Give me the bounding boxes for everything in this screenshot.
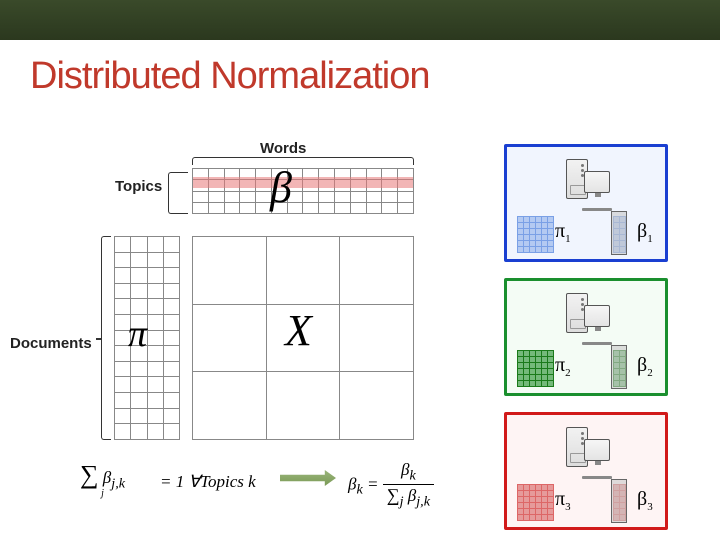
bracket-words: [192, 157, 414, 165]
label-words: Words: [260, 140, 306, 157]
label-documents: Documents: [10, 335, 92, 352]
matrix-beta: [192, 168, 414, 214]
title-bar: [0, 0, 720, 40]
worker-node-3: π3 β3: [504, 412, 668, 530]
label-topics: Topics: [115, 178, 162, 195]
beta-row-highlight: [193, 177, 413, 188]
server-icon: [562, 289, 610, 337]
beta-column-overlay: [611, 345, 627, 389]
symbol-beta: β: [270, 162, 292, 213]
mini-pi-grid: [517, 216, 554, 253]
node-pi-label: π3: [555, 488, 571, 513]
symbol-pi: π: [128, 312, 147, 356]
server-icon: [562, 423, 610, 471]
eq-1-topics: = 1 ∀Topics k: [160, 472, 256, 492]
sum-symbol: ∑: [80, 460, 99, 489]
server-icon: [562, 155, 610, 203]
worker-node-1: π1 β1: [504, 144, 668, 262]
bracket-documents: [101, 236, 111, 440]
arrow-icon: [280, 470, 336, 486]
node-pi-label: π1: [555, 220, 571, 245]
beta-column-overlay: [611, 211, 627, 255]
node-beta-label: β3: [637, 488, 653, 513]
beta-column-overlay: [611, 479, 627, 523]
slide-title: Distributed Normalization: [30, 55, 430, 98]
normalization-fraction: βk = βk ∑j βj,k: [348, 460, 434, 511]
node-beta-label: β2: [637, 354, 653, 379]
symbol-X: X: [285, 305, 312, 356]
formula: ∑ βj,k j = 1 ∀Topics k βk = βk ∑j βj,k: [80, 460, 540, 520]
worker-node-2: π2 β2: [504, 278, 668, 396]
bracket-topics: [168, 172, 188, 214]
node-pi-label: π2: [555, 354, 571, 379]
mini-pi-grid: [517, 484, 554, 521]
node-beta-label: β1: [637, 220, 653, 245]
beta-jk: βj,k: [103, 468, 125, 487]
mini-pi-grid: [517, 350, 554, 387]
